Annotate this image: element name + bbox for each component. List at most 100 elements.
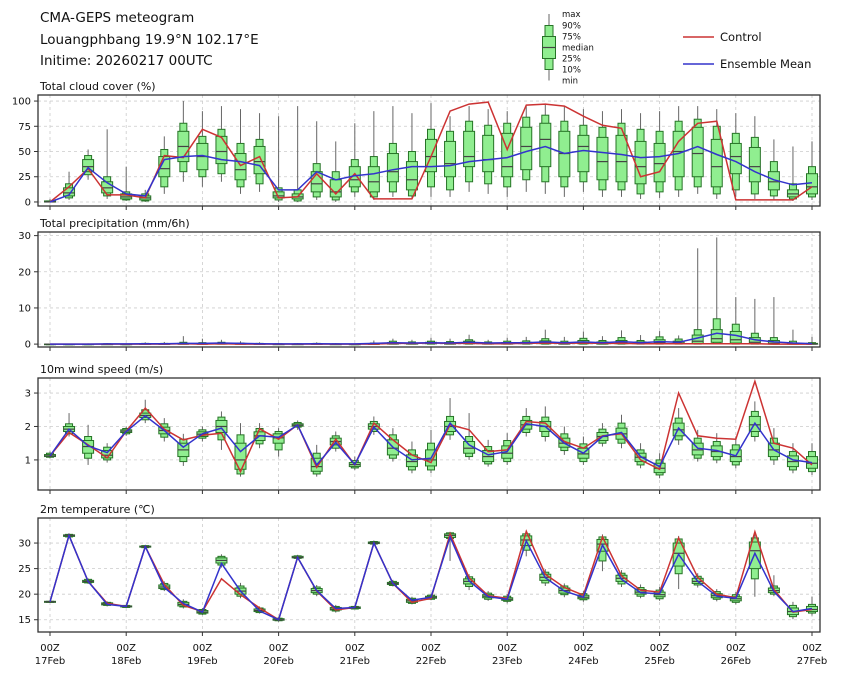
boxplot [767,428,780,465]
panel-temp: 15 20 25 30 2m temperature (℃) [18,503,821,636]
grid [38,518,820,632]
x-tick-date: 27Feb [797,656,827,667]
boxplot [348,123,361,197]
grid [38,232,820,347]
boxplot [748,116,761,199]
panel-title-precip: Total precipitation (mm/6h) [39,217,190,230]
y-tick-label: 30 [18,231,31,242]
cloud-boxplots [44,101,818,203]
x-tick-date: 23Feb [492,656,522,667]
boxplot [520,106,533,192]
boxplot [786,146,799,201]
boxplot [748,298,761,345]
panel-cloud: 0 25 50 75 100 Total cloud cover (%) [12,80,821,210]
x-tick-time: 00Z [574,643,594,654]
boxplot [710,237,723,345]
x-tick-time: 00Z [116,643,136,654]
x-tick-time: 00Z [269,643,289,654]
boxplot [177,101,190,182]
x-tick-time: 00Z [345,643,365,654]
boxplot [444,116,457,197]
legend-boxplot-sample: max 90%75%median25%10%min [542,10,594,87]
boxplot [234,423,247,477]
boxplot [806,596,818,616]
boxplot [729,436,742,469]
wind-frame [37,377,821,491]
x-axis-labels: 00Z 17Feb 00Z 18Feb 00Z 19Feb 00Z 20Feb 00Z 21Feb… [35,643,827,667]
y-tick-label: 20 [18,267,31,278]
boxplot [463,413,476,460]
x-tick-date: 19Feb [187,656,217,667]
x-tick-date: 21Feb [340,656,370,667]
panel-title-cloud: Total cloud cover (%) [39,80,156,93]
y-tick-label: 50 [18,147,31,158]
boxplot [253,113,266,192]
legend-box-label: 25% [562,55,581,65]
legend-box-label: 10% [562,66,581,76]
precip-frame [37,231,821,348]
boxplot [672,408,685,445]
x-tick-time: 00Z [650,643,670,654]
panel-wind: 1 2 3 10m wind speed (m/s) [25,363,821,494]
boxplot [405,113,418,199]
x-tick-date: 24Feb [568,656,598,667]
boxplot [196,111,209,187]
legend-box-label: max [562,10,581,20]
panel-title-wind: 10m wind speed (m/s) [40,363,163,376]
temp-frame [37,517,821,633]
boxplot [767,297,780,345]
boxplot [786,329,799,345]
boxplot [386,106,399,197]
x-tick-time: 00Z [40,643,60,654]
y-tick-label: 10 [18,303,31,314]
legend-box-label: median [562,44,594,54]
boxplot [691,106,704,194]
legend-box-label: min [562,77,578,87]
x-tick-time: 00Z [421,643,441,654]
legend-box-label: 90% [562,22,581,32]
x-tick-date: 22Feb [416,656,446,667]
y-tick-label: 2 [25,422,31,433]
boxplot [425,103,437,197]
x-tick-date: 25Feb [644,656,674,667]
x-tick-time: 00Z [497,643,517,654]
y-tick-label: 0 [25,340,31,351]
boxplot [501,111,514,197]
boxplot [367,111,380,200]
y-tick-label: 15 [18,615,31,626]
panel-title-temp: 2m temperature (℃) [40,503,155,516]
x-tick-time: 00Z [726,643,746,654]
meteogram-figure: CMA-GEPS meteogram Louangphbang 19.9°N 1… [0,0,841,680]
boxplot [272,428,285,457]
y-tick-label: 75 [18,122,31,133]
y-tick-label: 0 [25,197,31,208]
boxplot [806,443,818,475]
x-tick-time: 00Z [193,643,213,654]
boxplot [386,428,399,462]
boxplot [806,141,818,200]
boxplot [748,401,761,442]
grid [38,378,820,490]
y-tick-label: 3 [25,389,31,400]
y-tick-label: 100 [12,97,31,108]
panel-precip: 0 10 20 30 Total precipitation (mm/6h) [18,217,821,351]
y-tick-label: 20 [18,590,31,601]
y-tick-label: 30 [18,539,31,550]
boxplot [539,104,552,194]
x-tick-date: 18Feb [111,656,141,667]
x-tick-date: 20Feb [263,656,293,667]
y-tick-label: 25 [18,564,31,575]
boxplot [615,109,628,197]
boxplot [310,121,323,200]
meteogram-chart: 0 25 50 75 100 Total cloud cover (%) 0 10 20 30 To… [12,10,827,667]
boxplot [215,411,228,450]
boxplot [463,106,476,192]
legend-box-label: 75% [562,33,581,43]
boxplot [653,111,666,198]
y-tick-label: 25 [18,172,31,183]
boxplot [234,109,247,194]
legend-control-label: Control [720,30,762,44]
x-tick-date: 26Feb [721,656,751,667]
boxplot [291,106,304,202]
legend-mean-label: Ensemble Mean [720,57,812,71]
